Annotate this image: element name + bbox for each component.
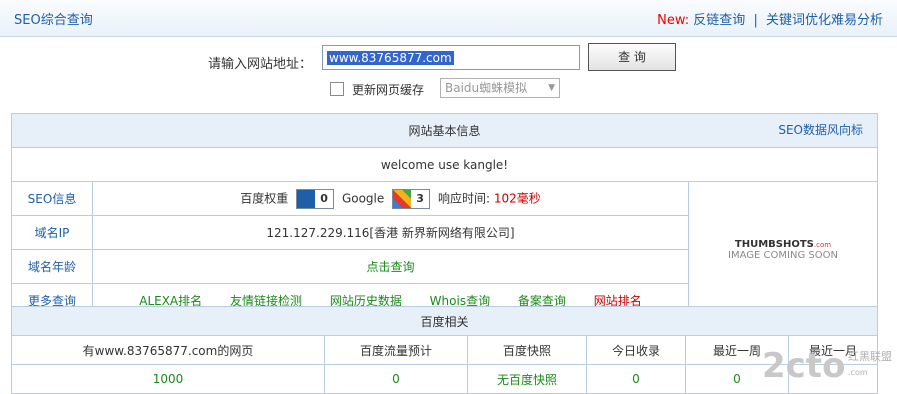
- baidu-traffic-value: 0: [324, 364, 468, 394]
- new-label: New:: [657, 13, 690, 28]
- baidu-col-traffic: 百度流量预计: [324, 335, 468, 365]
- baidu-col-today: 今日收录: [586, 335, 686, 365]
- baidu-rank-value: 0: [320, 191, 328, 205]
- domain-ip-value: 121.127.229.116[香港 新界新网络有限公司]: [92, 215, 689, 250]
- spider-select-value: Baidu蜘蛛模拟: [445, 81, 528, 95]
- search-area: 请输入网站地址： www.83765877.com 查 询 更新网页缓存 Bai…: [0, 43, 897, 104]
- watermark-main: 2cto: [762, 346, 846, 386]
- domain-age-label: 域名年龄: [11, 249, 93, 284]
- query-button[interactable]: 查 询: [588, 43, 676, 71]
- baidu-col-pages: 有www.83765877.com的网页: [11, 335, 325, 365]
- spider-select[interactable]: Baidu蜘蛛模拟 ▼: [440, 78, 560, 98]
- baidu-header: 百度相关: [11, 306, 878, 336]
- image-coming-soon: IMAGE COMING SOON: [728, 249, 838, 261]
- baidu-today-value: 0: [586, 364, 686, 394]
- page-title: SEO综合查询: [14, 13, 93, 28]
- baidu-snapshot-value[interactable]: 无百度快照: [467, 364, 587, 394]
- baidu-pages-value[interactable]: 1000: [11, 364, 325, 394]
- update-cache-label: 更新网页缓存: [352, 83, 425, 97]
- domain-ip-label: 域名IP: [11, 215, 93, 250]
- baidu-rank-badge[interactable]: 0: [296, 188, 335, 209]
- url-label: 请输入网站地址：: [208, 57, 313, 72]
- google-rank-value: 3: [416, 191, 424, 205]
- url-input[interactable]: www.83765877.com: [322, 45, 580, 70]
- seo-info-cell: 百度权重 0 Google 3 响应时间: 102毫秒: [92, 181, 689, 216]
- google-label: Google: [341, 191, 385, 205]
- baidu-col-snapshot: 百度快照: [467, 335, 587, 365]
- top-bar: SEO综合查询 New: 反链查询 | 关键词优化难易分析: [0, 0, 897, 37]
- seo-trend-link[interactable]: SEO数据风向标: [778, 121, 863, 138]
- baidu-weight-label: 百度权重: [240, 191, 289, 205]
- response-time-value: 102毫秒: [493, 191, 541, 205]
- welcome-row: welcome use kangle!: [11, 147, 878, 182]
- seo-info-label: SEO信息: [11, 181, 93, 216]
- basic-info-table: 网站基本信息 SEO数据风向标 welcome use kangle! SEO信…: [11, 113, 878, 318]
- baidu-paw-icon: [297, 189, 316, 208]
- keyword-difficulty-link[interactable]: 关键词优化难易分析: [766, 13, 883, 28]
- google-rank-badge[interactable]: 3: [392, 188, 431, 209]
- watermark-logo: 2cto 红黑联盟 .com: [758, 346, 897, 392]
- update-cache-checkbox[interactable]: [330, 82, 344, 96]
- watermark-sub: .com: [848, 368, 868, 377]
- top-links: New: 反链查询 | 关键词优化难易分析: [657, 9, 883, 28]
- google-icon: [393, 189, 412, 208]
- separator: |: [753, 13, 758, 28]
- domain-age-link[interactable]: 点击查询: [92, 249, 689, 284]
- basic-info-title: 网站基本信息: [408, 124, 481, 138]
- chevron-down-icon: ▼: [548, 83, 555, 93]
- watermark-side: 红黑联盟: [848, 350, 892, 363]
- baidu-table: 百度相关 有www.83765877.com的网页 百度流量预计 百度快照 今日…: [11, 306, 878, 394]
- basic-info-header: 网站基本信息 SEO数据风向标: [11, 113, 878, 148]
- thumbnail-cell: THUMBSHOTS.com IMAGE COMING SOON: [688, 181, 878, 318]
- thumbshots-logo: THUMBSHOTS.com: [734, 238, 832, 250]
- url-input-value: www.83765877.com: [327, 51, 454, 65]
- backlink-query-link[interactable]: 反链查询: [693, 13, 745, 28]
- response-time-label: 响应时间:: [437, 191, 490, 205]
